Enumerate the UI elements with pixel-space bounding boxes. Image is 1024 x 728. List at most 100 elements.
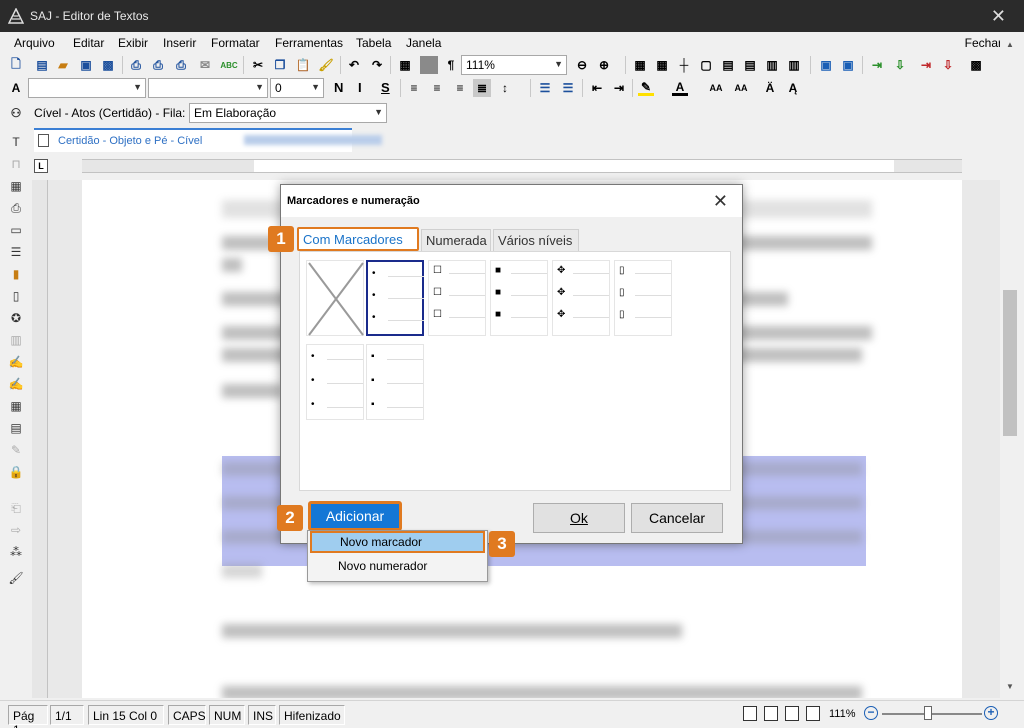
scroll-down-icon[interactable]: ▼ [1006, 682, 1014, 691]
table-top-border-icon[interactable]: ▤ [720, 57, 736, 73]
page-view-icon[interactable] [743, 706, 757, 721]
open-file-icon[interactable]: ▣ [78, 57, 94, 73]
menu-janela[interactable]: Janela [406, 36, 441, 50]
align-center-icon[interactable]: ≡ [429, 80, 445, 96]
menu-item-novo-numerador[interactable]: Novo numerador [310, 555, 485, 577]
remove-field-icon[interactable]: ▯ [8, 288, 24, 304]
signature-icon[interactable]: ✍ [8, 354, 24, 370]
print-setup-icon[interactable]: ⎙ [173, 57, 189, 73]
tab-com-marcadores[interactable]: Com Marcadores [297, 227, 419, 251]
draft-view-icon[interactable] [785, 706, 799, 721]
lock-icon[interactable]: 🔒 [8, 464, 24, 480]
menu-editar[interactable]: Editar [73, 36, 104, 50]
align-justify-icon[interactable]: ≣ [473, 79, 491, 97]
columns-icon[interactable]: ▥ [8, 332, 24, 348]
cancel-button[interactable]: Cancelar [631, 503, 723, 533]
font-size-combo[interactable]: 0 ▼ [270, 78, 324, 98]
zoom-in-button[interactable]: + [984, 706, 998, 720]
bullet-list-icon[interactable]: ☰ [537, 80, 553, 96]
menu-formatar[interactable]: Formatar [211, 36, 260, 50]
bullet-style-filled-square[interactable]: ■ ■ ■ [490, 260, 548, 336]
table-left-border-icon[interactable]: ▥ [764, 57, 780, 73]
window-close-icon[interactable]: ✕ [991, 6, 1006, 27]
table-inner-borders-icon[interactable]: ┼ [676, 57, 692, 73]
table-outer-border-icon[interactable]: ▢ [698, 57, 714, 73]
insert-table-icon[interactable]: ▦ [397, 57, 413, 73]
zoom-out-button[interactable]: − [864, 706, 878, 720]
zoom-slider-track[interactable] [882, 713, 982, 715]
zoom-in-icon[interactable]: ⊕ [596, 57, 612, 73]
zoom-combo[interactable]: 111% ▼ [461, 55, 567, 75]
style-icon[interactable]: A [8, 80, 24, 96]
export-icon[interactable]: ⇨ [8, 522, 24, 538]
dialog-close-icon[interactable]: ✕ [713, 191, 728, 212]
line-spacing-icon[interactable]: ↕ [497, 80, 513, 96]
menu-tabela[interactable]: Tabela [356, 36, 391, 50]
menu-inserir[interactable]: Inserir [163, 36, 196, 50]
format-painter-icon[interactable]: 🖌 [318, 57, 334, 73]
menu-arquivo[interactable]: Arquivo [14, 36, 55, 50]
font-family-combo[interactable]: ▼ [148, 78, 268, 98]
zoom-out-icon[interactable]: ⊖ [574, 57, 590, 73]
ok-button[interactable]: Ok [533, 503, 625, 533]
stamp-icon[interactable]: ⎙ [8, 200, 24, 216]
bullet-style-large-dot[interactable]: • • • [306, 344, 364, 420]
connect-icon[interactable]: ⁂ [8, 544, 24, 560]
tab-stop-selector[interactable]: L [34, 159, 48, 173]
zoom-slider-thumb[interactable] [924, 706, 932, 720]
open-folder-icon[interactable]: ▰ [55, 57, 71, 73]
sign-doc-icon[interactable]: ✍ [8, 376, 24, 392]
calendar-icon[interactable]: ▦ [8, 398, 24, 414]
underline-button[interactable]: S [381, 80, 390, 95]
comment-icon[interactable]: ▭ [8, 222, 24, 238]
field-icon[interactable]: ▮ [8, 266, 24, 282]
format-painter-icon[interactable]: 🖌 [8, 570, 24, 586]
print-icon[interactable]: ⎙ [128, 57, 144, 73]
delete-row-icon[interactable]: ⇥ [918, 57, 934, 73]
seal-icon[interactable]: ✪ [8, 310, 24, 326]
bullet-style-diamond[interactable]: ✥ ✥ ✥ [552, 260, 610, 336]
highlight-icon[interactable]: ✎ [638, 80, 654, 96]
bullet-style-rectangle[interactable]: ▯ ▯ ▯ [614, 260, 672, 336]
delete-column-icon[interactable]: ⇩ [940, 57, 956, 73]
menu-item-novo-marcador[interactable]: Novo marcador [310, 531, 485, 553]
bullet-style-none[interactable] [306, 260, 364, 336]
save-icon[interactable]: ▩ [100, 57, 116, 73]
spellcheck-icon[interactable]: ABC [220, 57, 237, 73]
show-formatting-icon[interactable]: ¶ [443, 57, 459, 73]
web-view-icon[interactable] [764, 706, 778, 721]
merge-cells-icon[interactable]: ▣ [818, 57, 834, 73]
menu-exibir[interactable]: Exibir [118, 36, 148, 50]
new-document-icon[interactable]: 🗋 [8, 57, 24, 73]
align-left-icon[interactable]: ≡ [406, 80, 422, 96]
table-properties-icon[interactable]: ▩ [968, 57, 984, 73]
grow-font-icon[interactable]: AA [708, 80, 724, 96]
tab-numerada[interactable]: Numerada [421, 229, 491, 251]
queue-combo[interactable]: Em Elaboração ▼ [189, 103, 387, 123]
cut-icon[interactable]: ✂ [250, 57, 266, 73]
undo-icon[interactable]: ↶ [346, 57, 362, 73]
bullet-style-small-square[interactable]: ▪ ▪ ▪ [366, 344, 424, 420]
split-cells-icon[interactable]: ▣ [840, 57, 856, 73]
align-right-icon[interactable]: ≡ [452, 80, 468, 96]
document-tab[interactable]: Certidão - Objeto e Pé - Cível [34, 128, 382, 152]
redo-icon[interactable]: ↷ [369, 57, 385, 73]
list-icon[interactable]: ☰ [8, 244, 24, 260]
paste-icon[interactable]: 📋 [295, 57, 311, 73]
template-icon[interactable]: ▤ [8, 420, 24, 436]
bullet-style-dot[interactable]: • • • [366, 260, 424, 336]
table-borders-icon[interactable]: ▦ [632, 57, 648, 73]
increase-indent-icon[interactable]: ⇥ [611, 80, 627, 96]
print-preview-icon[interactable]: ⎙ [150, 57, 166, 73]
decrease-indent-icon[interactable]: ⇤ [589, 80, 605, 96]
link-icon[interactable]: ⊓ [8, 156, 24, 172]
menu-ferramentas[interactable]: Ferramentas [275, 36, 343, 50]
insert-row-icon[interactable]: ⇥ [869, 57, 885, 73]
copy-icon[interactable]: ❐ [272, 57, 288, 73]
share-icon[interactable]: ⎗ [8, 500, 24, 516]
email-icon[interactable]: ✉ [197, 57, 213, 73]
numbered-list-icon[interactable]: ☰ [560, 80, 576, 96]
tab-varios-niveis[interactable]: Vários níveis [493, 229, 579, 251]
table-bottom-border-icon[interactable]: ▤ [742, 57, 758, 73]
bullet-style-hollow-square[interactable]: ☐ ☐ ☐ [428, 260, 486, 336]
